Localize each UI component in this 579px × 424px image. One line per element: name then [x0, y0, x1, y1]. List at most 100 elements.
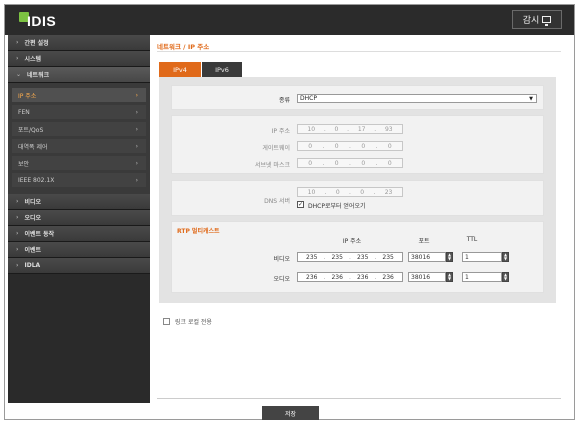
video-ttl-stepper[interactable]: ▲ ▼: [502, 252, 509, 262]
audio-ttl-stepper[interactable]: ▲ ▼: [502, 272, 509, 282]
network-submenu: IP 주소 › FEN › 포트/QoS › 대역폭 제어 › 보안 › IEEE 802…: [8, 83, 150, 194]
ip-field: 10. 0. 17. 93: [297, 124, 403, 134]
menu-event-action[interactable]: › 이벤트 동작: [8, 226, 150, 242]
audio-ip-field[interactable]: 236. 236. 236. 236: [297, 272, 403, 282]
menu-system[interactable]: › 시스템: [8, 51, 150, 67]
col-port-header: 포트: [418, 238, 430, 245]
menu-audio[interactable]: › 오디오: [8, 210, 150, 226]
ip-octet: 236: [356, 273, 369, 281]
chevron-right-icon: ›: [16, 262, 19, 269]
chevron-right-icon: ›: [16, 230, 19, 237]
ip-dot: .: [349, 142, 351, 150]
header-bar: IDIS 감시: [5, 5, 574, 35]
audio-port-stepper[interactable]: ▲ ▼: [446, 272, 453, 282]
audio-label: 오디오: [273, 276, 290, 283]
sub-label: IP 주소: [18, 92, 37, 100]
sidebar-item-ip-address[interactable]: IP 주소 ›: [12, 88, 146, 102]
subnet-label: 서브넷 마스크: [254, 162, 290, 169]
video-port-input[interactable]: 38016: [408, 252, 446, 262]
video-port-stepper[interactable]: ▲ ▼: [446, 252, 453, 262]
settings-panel: 종류 DHCP ▼ IP 주소 10. 0. 17. 93 게이트웨이 0. 0…: [159, 77, 556, 303]
dns-card: DNS 서버 10. 0. 0. 23 ✓ DHCP로부터 얻어오기: [171, 180, 544, 216]
menu-label: IDLA: [24, 262, 41, 269]
audio-ttl-input[interactable]: 1: [462, 272, 502, 282]
rtp-card: RTP 멀티캐스트 IP 주소 포트 TTL 비디오 235. 235. 235…: [171, 221, 544, 293]
gateway-label: 게이트웨이: [262, 145, 290, 152]
down-arrow-icon: ▼: [447, 276, 452, 281]
ip-octet: 0: [334, 142, 339, 150]
menu-label: 간편 설정: [24, 40, 49, 47]
down-arrow-icon: ▼: [503, 256, 508, 261]
ip-octet: 10: [307, 125, 316, 133]
down-arrow-icon: ▼: [447, 256, 452, 261]
ip-octet: 235: [356, 253, 369, 261]
ip-octet: 0: [308, 142, 313, 150]
tab-ipv6[interactable]: IPv6: [202, 62, 242, 77]
audio-port-value: 38016: [411, 273, 431, 281]
sidebar-item-ieee8021x[interactable]: IEEE 802.1X ›: [12, 173, 146, 187]
ip-dot: .: [322, 159, 325, 167]
ip-octet: 0: [387, 142, 392, 150]
sidebar-item-port-qos[interactable]: 포트/QoS ›: [12, 122, 146, 136]
ip-octet: 236: [306, 273, 318, 281]
link-local-option[interactable]: 링크 로컬 전용: [163, 317, 212, 326]
gateway-field: 0. 0. 0. 0: [297, 141, 403, 151]
menu-label: 시스템: [24, 56, 42, 63]
menu-label: 네트워크: [27, 72, 50, 79]
link-local-checkbox[interactable]: [163, 318, 170, 325]
type-select-value: DHCP: [300, 95, 317, 102]
video-port-value: 38016: [411, 253, 431, 261]
ip-dot: .: [374, 273, 377, 281]
menu-label: 오디오: [24, 215, 42, 222]
menu-network[interactable]: ⌄ 네트워크: [8, 67, 150, 83]
ip-octet: 93: [384, 125, 393, 133]
logo: IDIS: [27, 13, 57, 29]
tab-bar: IPv4 IPv6: [159, 62, 242, 77]
subnet-field: 0. 0. 0. 0: [297, 158, 403, 168]
menu-quick-setup[interactable]: › 간편 설정: [8, 35, 150, 51]
ip-dot: .: [324, 188, 327, 196]
ip-dot: .: [323, 125, 326, 133]
video-ttl-input[interactable]: 1: [462, 252, 502, 262]
audio-port-input[interactable]: 38016: [408, 272, 446, 282]
col-ip-header: IP 주소: [342, 238, 362, 245]
ip-octet: 235: [306, 253, 318, 261]
menu-video[interactable]: › 비디오: [8, 194, 150, 210]
video-ttl-value: 1: [465, 253, 469, 261]
sub-label: FEN: [18, 108, 30, 116]
dns-dhcp-checkbox[interactable]: ✓: [297, 201, 304, 208]
live-view-button[interactable]: 감시: [512, 10, 562, 29]
sidebar-item-fen[interactable]: FEN ›: [12, 105, 146, 119]
chevron-right-icon: ›: [16, 198, 19, 205]
ip-dot: .: [347, 125, 350, 133]
ip-octet: 0: [308, 159, 313, 167]
divider: [157, 51, 561, 52]
menu-idla[interactable]: › IDLA: [8, 258, 150, 274]
sub-label: 대역폭 제어: [18, 143, 48, 151]
ip-octet: 0: [387, 159, 392, 167]
ip-dot: .: [374, 253, 377, 261]
breadcrumb: 네트워크 / IP 주소: [157, 43, 210, 51]
menu-label: 비디오: [24, 199, 42, 206]
video-ip-field[interactable]: 235. 235. 235. 235: [297, 252, 403, 262]
sub-label: IEEE 802.1X: [18, 176, 55, 184]
address-card: IP 주소 10. 0. 17. 93 게이트웨이 0. 0. 0. 0 서브넷…: [171, 115, 544, 174]
ip-dot: .: [323, 253, 326, 261]
ip-dot: .: [375, 142, 378, 150]
live-view-label: 감시: [522, 16, 540, 26]
menu-event[interactable]: › 이벤트: [8, 242, 150, 258]
dns-dhcp-label: DHCP로부터 얻어오기: [308, 203, 366, 210]
chevron-right-icon: ›: [135, 176, 138, 184]
ip-dot: .: [374, 125, 377, 133]
audio-ttl-value: 1: [465, 273, 469, 281]
sidebar-item-bandwidth[interactable]: 대역폭 제어 ›: [12, 139, 146, 153]
ip-dot: .: [375, 159, 378, 167]
menu-label: 이벤트 동작: [24, 231, 55, 238]
tab-ipv4[interactable]: IPv4: [159, 62, 201, 77]
type-select[interactable]: DHCP ▼: [297, 94, 537, 103]
divider: [157, 398, 561, 399]
sidebar-item-security[interactable]: 보안 ›: [12, 156, 146, 170]
save-button[interactable]: 저장: [262, 406, 319, 420]
ip-label: IP 주소: [271, 128, 290, 135]
ip-octet: 0: [361, 159, 366, 167]
